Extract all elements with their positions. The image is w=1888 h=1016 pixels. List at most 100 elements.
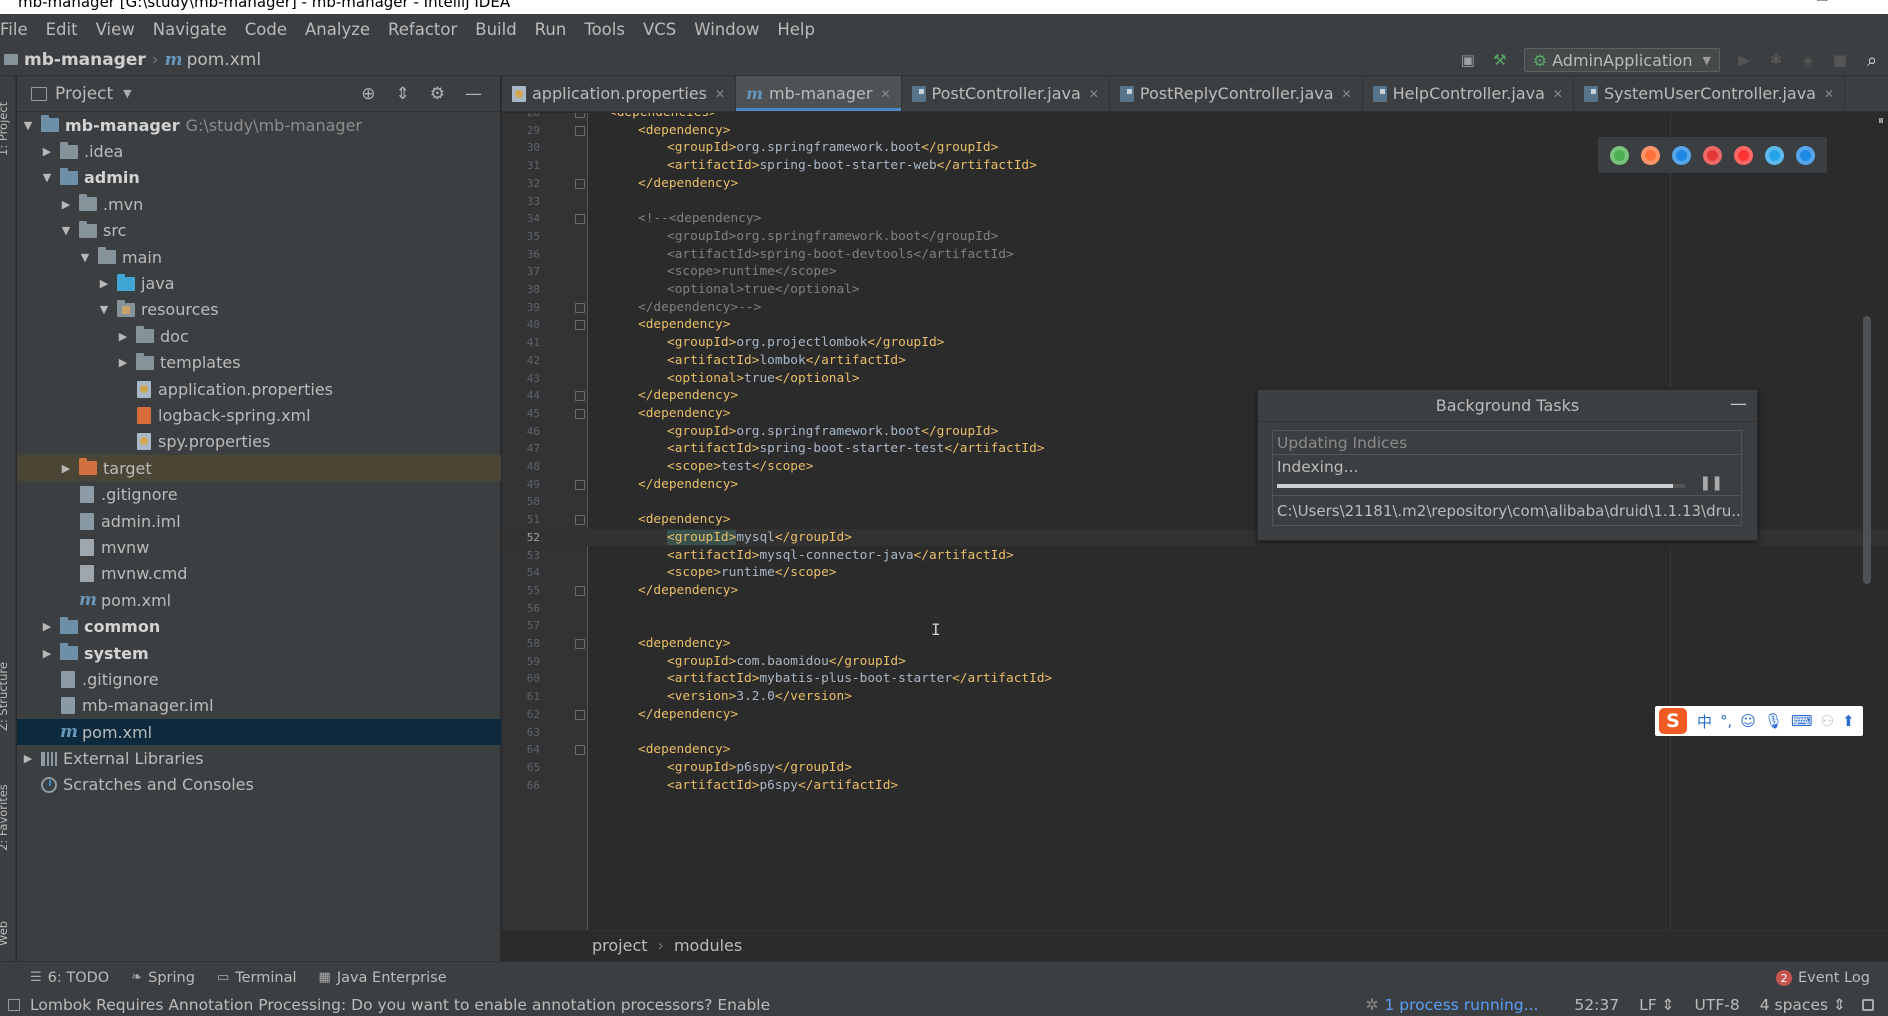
- expanded-arrow-icon[interactable]: ▼: [59, 224, 73, 237]
- file-encoding[interactable]: UTF-8: [1695, 996, 1740, 1014]
- edge-icon[interactable]: [1796, 145, 1815, 165]
- tree-node[interactable]: ▶ common: [17, 613, 501, 639]
- close-icon[interactable]: ✕: [1824, 87, 1834, 101]
- firefox-icon[interactable]: [1641, 145, 1660, 165]
- collapsed-arrow-icon[interactable]: ▶: [116, 356, 130, 369]
- project-structure-icon[interactable]: ▣: [1457, 49, 1479, 71]
- favorites-tool-tab[interactable]: 2: Favorites: [0, 784, 10, 851]
- breadcrumb-file[interactable]: pom.xml: [187, 50, 262, 70]
- tree-node[interactable]: mvnw.cmd: [17, 561, 501, 587]
- process-running[interactable]: ✲ 1 process running...: [1366, 996, 1539, 1014]
- fold-marker-icon[interactable]: [575, 391, 585, 402]
- tree-node[interactable]: spy.properties: [17, 429, 501, 455]
- tree-node[interactable]: admin.iml: [17, 508, 501, 534]
- keyboard-icon[interactable]: ⌨: [1791, 712, 1813, 730]
- editor-tab[interactable]: PostController.java ✕: [902, 76, 1110, 111]
- tree-node[interactable]: .gitignore: [17, 481, 501, 507]
- fold-marker-icon[interactable]: [575, 178, 585, 189]
- menu-build[interactable]: Build: [466, 20, 525, 39]
- minimize-icon[interactable]: —: [1730, 394, 1747, 414]
- editor-tab[interactable]: m mb-manager ✕: [736, 76, 902, 111]
- editor-tab[interactable]: PostReplyController.java ✕: [1110, 76, 1363, 111]
- chrome-icon[interactable]: [1610, 145, 1629, 165]
- editor-tab[interactable]: application.properties ✕: [502, 76, 737, 111]
- sogou-logo-icon[interactable]: S: [1659, 708, 1687, 734]
- tree-node[interactable]: ▶ doc: [17, 323, 501, 349]
- opera-icon[interactable]: [1703, 145, 1722, 165]
- collapsed-arrow-icon[interactable]: ▶: [21, 752, 35, 765]
- tree-node[interactable]: ▶ java: [17, 270, 501, 296]
- expanded-arrow-icon[interactable]: ▼: [21, 119, 35, 132]
- ime-punctuation-toggle[interactable]: °,: [1720, 712, 1732, 730]
- menu-file[interactable]: File: [0, 20, 37, 39]
- build-hammer-icon[interactable]: ⚒: [1489, 49, 1511, 71]
- tool-window-java-enterprise[interactable]: ▦ Java Enterprise: [319, 970, 447, 986]
- menu-help[interactable]: Help: [768, 20, 824, 39]
- tree-node[interactable]: m pom.xml: [17, 718, 501, 746]
- tree-node[interactable]: Scratches and Consoles: [17, 772, 501, 798]
- expanded-arrow-icon[interactable]: ▼: [97, 303, 111, 316]
- fold-marker-icon[interactable]: [575, 302, 585, 313]
- menu-analyze[interactable]: Analyze: [296, 20, 379, 39]
- hide-panel-icon[interactable]: —: [465, 84, 482, 104]
- close-icon[interactable]: ✕: [880, 87, 890, 101]
- menu-window[interactable]: Window: [685, 20, 768, 39]
- editor-tab[interactable]: HelpController.java ✕: [1363, 76, 1574, 111]
- collapsed-arrow-icon[interactable]: ▶: [97, 277, 111, 290]
- tool-window-spring[interactable]: ❧ Spring: [131, 970, 195, 986]
- fold-marker-icon[interactable]: [575, 113, 585, 118]
- breadcrumb-project[interactable]: mb-manager: [24, 50, 146, 70]
- fold-marker-icon[interactable]: [575, 585, 585, 596]
- expanded-arrow-icon[interactable]: ▼: [40, 171, 54, 184]
- coverage-icon[interactable]: ◈: [1797, 49, 1819, 71]
- tree-node[interactable]: ▶ .mvn: [17, 191, 501, 217]
- skin-icon[interactable]: ⬆: [1842, 712, 1855, 730]
- close-icon[interactable]: ✕: [1342, 87, 1352, 101]
- gear-icon[interactable]: ⚙: [430, 84, 445, 104]
- tree-node[interactable]: mb-manager.iml: [17, 693, 501, 719]
- fold-marker-icon[interactable]: [575, 125, 585, 136]
- tool-window-todo[interactable]: ☰ 6: TODO: [30, 970, 109, 986]
- tree-node[interactable]: mvnw: [17, 534, 501, 560]
- search-icon[interactable]: ⌕: [1861, 49, 1883, 71]
- tree-node[interactable]: ▼ src: [17, 218, 501, 244]
- run-configuration-select[interactable]: ⚙ AdminApplication ▼: [1523, 48, 1720, 72]
- tree-node[interactable]: ▼ admin: [17, 165, 501, 191]
- line-separator[interactable]: LF ⇕: [1639, 996, 1674, 1014]
- collapsed-arrow-icon[interactable]: ▶: [59, 198, 73, 211]
- tree-node[interactable]: ▼ resources: [17, 297, 501, 323]
- editor-scrollbar[interactable]: [1860, 113, 1874, 930]
- structure-tool-tab[interactable]: Z: Structure: [0, 662, 10, 731]
- emoji-icon[interactable]: ☺: [1740, 712, 1756, 730]
- editor-tab[interactable]: SystemUserController.java ✕: [1574, 76, 1846, 111]
- close-icon[interactable]: ✕: [1553, 87, 1563, 101]
- tool-window-terminal[interactable]: ▭ Terminal: [217, 970, 297, 986]
- microphone-icon[interactable]: 🎙: [1764, 712, 1783, 730]
- status-message-text[interactable]: Lombok Requires Annotation Processing: D…: [30, 996, 770, 1014]
- collapsed-arrow-icon[interactable]: ▶: [40, 647, 54, 660]
- fold-marker-icon[interactable]: [575, 214, 585, 225]
- menu-run[interactable]: Run: [526, 20, 576, 39]
- tree-node[interactable]: ▶ target: [17, 455, 501, 482]
- toggle-tool-windows-icon[interactable]: [8, 998, 20, 1011]
- collapse-all-icon[interactable]: ⇕: [396, 84, 410, 104]
- tree-node[interactable]: ▶ templates: [17, 350, 501, 376]
- ime-language-toggle[interactable]: 中: [1697, 711, 1712, 732]
- fold-marker-icon[interactable]: [575, 320, 585, 331]
- collapsed-arrow-icon[interactable]: ▶: [40, 620, 54, 633]
- safari-icon[interactable]: [1672, 145, 1691, 165]
- close-icon[interactable]: ✕: [1089, 87, 1099, 101]
- menu-vcs[interactable]: VCS: [634, 20, 685, 39]
- caret-position[interactable]: 52:37: [1574, 996, 1619, 1014]
- fold-marker-icon[interactable]: [575, 514, 585, 525]
- menu-view[interactable]: View: [87, 20, 144, 39]
- menu-tools[interactable]: Tools: [575, 20, 634, 39]
- collapsed-arrow-icon[interactable]: ▶: [59, 462, 73, 475]
- menu-code[interactable]: Code: [236, 20, 296, 39]
- stop-icon[interactable]: ■: [1829, 49, 1851, 71]
- tree-node[interactable]: ▶ External Libraries: [17, 745, 501, 771]
- editor-breadcrumb-item[interactable]: modules: [674, 936, 742, 955]
- web-tool-tab[interactable]: Web: [0, 921, 10, 946]
- pause-icon[interactable]: ❚❚: [1700, 475, 1723, 491]
- tree-node[interactable]: ▶ .idea: [17, 138, 501, 164]
